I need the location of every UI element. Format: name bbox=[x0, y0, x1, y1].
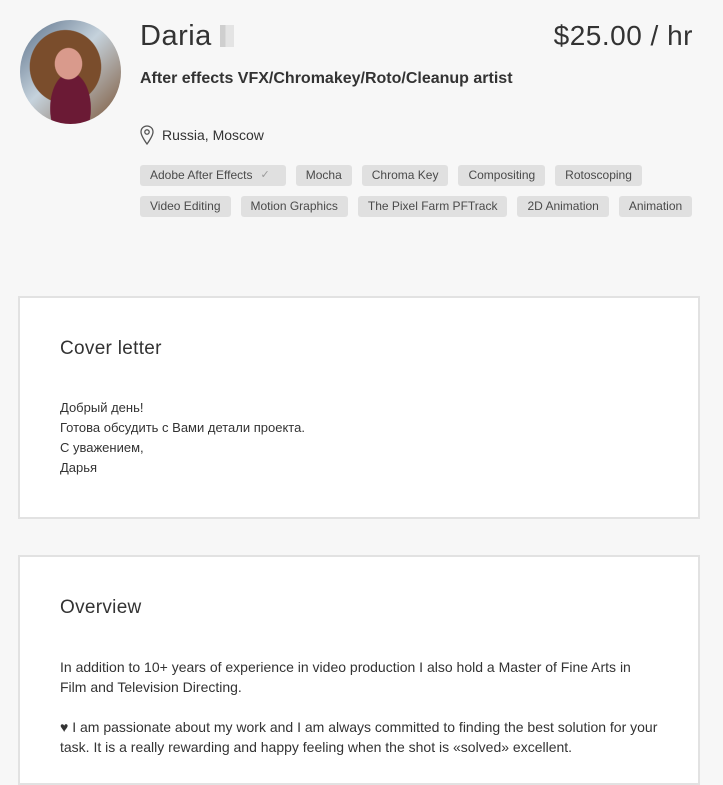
overview-card: Overview In addition to 10+ years of exp… bbox=[18, 555, 700, 785]
cover-letter-heading: Cover letter bbox=[60, 338, 162, 359]
skill-label: Rotoscoping bbox=[565, 168, 632, 182]
skill-label: Chroma Key bbox=[371, 168, 439, 182]
profile-header: Daria $25.00 / hr After effects VFX/Chro… bbox=[0, 0, 723, 280]
skill-tag-after-effects[interactable]: Adobe After Effects ✓ bbox=[140, 165, 286, 186]
cover-letter-line: Добрый день! bbox=[60, 400, 144, 415]
skill-tag-motion-graphics[interactable]: Motion Graphics bbox=[240, 196, 348, 217]
profile-title: After effects VFX/Chromakey/Roto/Cleanup… bbox=[140, 70, 513, 87]
cover-letter-line: Дарья bbox=[60, 460, 98, 475]
verified-check-icon: ✓ bbox=[260, 169, 270, 181]
location: Russia, Moscow bbox=[140, 124, 264, 146]
skill-label: Compositing bbox=[468, 168, 536, 182]
location-pin-icon bbox=[140, 125, 154, 145]
skill-tag-animation[interactable]: Animation bbox=[618, 196, 693, 217]
skill-label: Mocha bbox=[305, 168, 342, 182]
cover-letter-line: Готова обсудить с Вами детали проекта. bbox=[60, 420, 305, 435]
hourly-rate: $25.00 / hr bbox=[553, 20, 693, 51]
overview-paragraph: ♥ I am passionate about my work and I am… bbox=[60, 719, 658, 755]
skill-tag-pftrack[interactable]: The Pixel Farm PFTrack bbox=[357, 196, 508, 217]
avatar[interactable] bbox=[20, 20, 121, 124]
skill-tag-chroma-key[interactable]: Chroma Key bbox=[361, 165, 449, 186]
redacted-surname bbox=[219, 25, 234, 47]
overview-paragraph: In addition to 10+ years of experience i… bbox=[60, 659, 631, 695]
skills-list: Adobe After Effects ✓ Mocha Chroma Key C… bbox=[140, 165, 710, 217]
overview-heading: Overview bbox=[60, 597, 142, 618]
skill-tag-rotoscoping[interactable]: Rotoscoping bbox=[555, 165, 642, 186]
skill-tag-compositing[interactable]: Compositing bbox=[458, 165, 546, 186]
skill-label: The Pixel Farm PFTrack bbox=[367, 199, 498, 213]
freelancer-name-text: Daria bbox=[140, 20, 212, 52]
skill-tag-2d-animation[interactable]: 2D Animation bbox=[517, 196, 609, 217]
skill-label: Motion Graphics bbox=[250, 199, 338, 213]
skill-label: Video Editing bbox=[150, 199, 221, 213]
skill-tag-video-editing[interactable]: Video Editing bbox=[140, 196, 231, 217]
location-text: Russia, Moscow bbox=[162, 127, 264, 143]
skill-label: Adobe After Effects bbox=[150, 168, 253, 182]
skill-label: Animation bbox=[628, 199, 683, 213]
overview-body: In addition to 10+ years of experience i… bbox=[60, 657, 660, 777]
skill-tag-mocha[interactable]: Mocha bbox=[295, 165, 352, 186]
freelancer-name: Daria bbox=[140, 20, 234, 53]
cover-letter-card: Cover letter Добрый день! Готова обсудит… bbox=[18, 296, 700, 519]
cover-letter-line: С уважением, bbox=[60, 440, 144, 455]
cover-letter-body: Добрый день! Готова обсудить с Вами дета… bbox=[60, 398, 305, 478]
skill-label: 2D Animation bbox=[527, 199, 599, 213]
